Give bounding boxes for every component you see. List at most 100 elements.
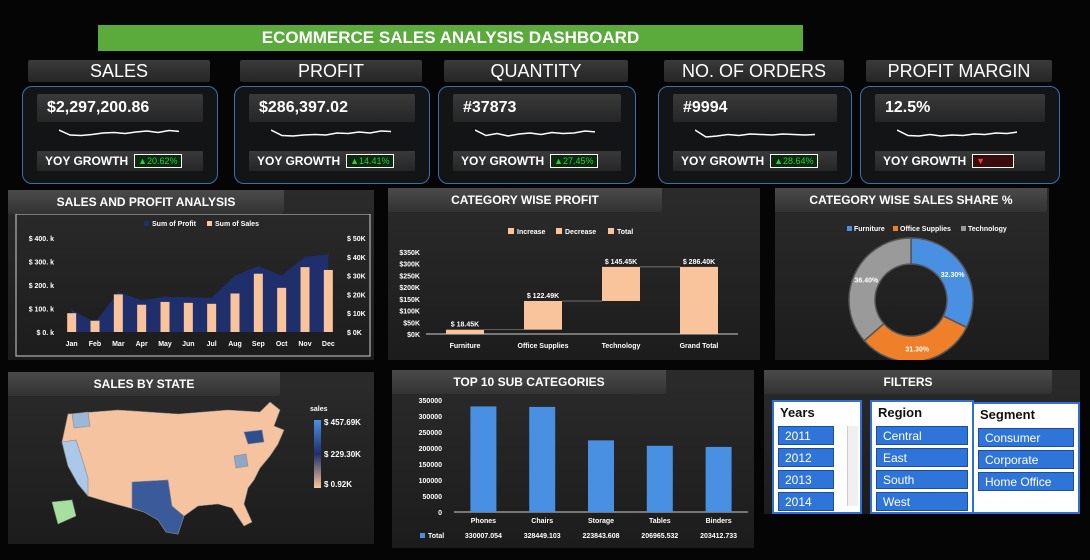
- yoy-growth: YOY GROWTH ▲28.64%: [673, 151, 837, 171]
- sales-bar: [300, 267, 310, 332]
- map-legend-min: $ 0.92K: [324, 480, 353, 489]
- y-left-tick: $ 0. k: [36, 330, 54, 337]
- kpi-value: #37873: [453, 94, 621, 122]
- y-left-tick: $ 300. k: [29, 260, 54, 267]
- waterfall-bar: [524, 300, 562, 330]
- category-profit-panel: CATEGORY WISE PROFIT Increase Decrease Tot…: [388, 188, 760, 360]
- legend-swatch: [847, 226, 852, 231]
- y-tick: 200000: [419, 446, 442, 453]
- sales-bar: [277, 287, 287, 332]
- sales-bar: [183, 302, 193, 332]
- profit-point: [304, 256, 306, 258]
- top10-chart: 0 50000 100000 150000 200000 250000 300000 3500…: [419, 398, 748, 540]
- sales-bar: [253, 273, 263, 332]
- yoy-growth: YOY GROWTH ▲20.62%: [37, 151, 203, 171]
- yoy-label: YOY GROWTH: [461, 154, 545, 168]
- x-tick-label: Grand Total: [680, 343, 719, 350]
- legend-swatch-sales: [207, 221, 212, 226]
- y-tick: $350K: [399, 250, 420, 257]
- y-tick: 50000: [423, 494, 443, 501]
- x-tick-label: Furniture: [450, 343, 481, 350]
- x-tick-label: Office Supplies: [518, 343, 569, 350]
- legend-label: Increase: [517, 229, 546, 236]
- x-tick-label: Nov: [298, 341, 311, 348]
- x-tick-label: Aug: [228, 341, 242, 348]
- x-tick-label: Oct: [276, 341, 288, 348]
- y-tick: 100000: [419, 478, 442, 485]
- sales-bar: [67, 313, 77, 332]
- slicer-item-segment[interactable]: Home Office: [978, 472, 1074, 491]
- legend-label: Total: [428, 533, 444, 540]
- y-tick: $150K: [399, 297, 420, 304]
- x-tick-label: Feb: [89, 341, 101, 348]
- yoy-badge: ▲14.41%: [346, 154, 394, 168]
- x-tick-label: Mar: [112, 341, 125, 348]
- ohio-state: [233, 453, 249, 469]
- y-tick: $100K: [399, 309, 420, 316]
- sparkline-line: [271, 129, 391, 137]
- legend-label: Office Supplies: [900, 226, 951, 233]
- sparkline-line: [59, 129, 179, 137]
- x-tick-label: Phones: [471, 518, 496, 525]
- slice-label: 32.30%: [941, 272, 966, 279]
- slicer-item-segment[interactable]: Consumer: [978, 428, 1074, 447]
- y-tick: $50K: [403, 320, 420, 327]
- profit-point: [210, 297, 213, 299]
- x-tick-label: Storage: [588, 518, 614, 525]
- washington-state: [71, 411, 91, 429]
- legend-swatch: [608, 228, 614, 234]
- slicer-item-region[interactable]: Central: [876, 426, 968, 445]
- legend-swatch: [961, 226, 966, 231]
- x-tick-label: Sep: [252, 341, 265, 348]
- kpi-card: 12.5% YOY GROWTH ▼: [860, 86, 1060, 184]
- panel-title: CATEGORY WISE SALES SHARE %: [775, 188, 1047, 212]
- slicer-item-region[interactable]: South: [876, 470, 968, 489]
- slicer-item-region[interactable]: East: [876, 448, 968, 467]
- y-tick: $0K: [407, 332, 420, 339]
- kpi-label: NO. OF ORDERS: [664, 60, 844, 82]
- slicer-item-year[interactable]: 2014: [778, 492, 834, 511]
- profit-point: [234, 274, 236, 277]
- segment-slicer: Segment Consumer Corporate Home Office: [972, 402, 1080, 514]
- x-tick-label: Apr: [136, 341, 148, 348]
- y-tick: $300K: [399, 262, 420, 269]
- slice-label: 36.40%: [855, 278, 880, 285]
- kpi-label: SALES: [28, 60, 210, 82]
- legend-profit: Sum of Profit: [152, 221, 197, 228]
- sales-profit-panel: SALES AND PROFIT ANALYSIS Sum of Profit S…: [8, 190, 374, 360]
- slicer-item-year[interactable]: 2013: [778, 470, 834, 489]
- sales-bar: [90, 320, 100, 332]
- sparkline-line: [475, 129, 595, 137]
- slicer-item-year[interactable]: 2012: [778, 448, 834, 467]
- legend-swatch: [420, 533, 425, 538]
- legend-label: Furniture: [854, 226, 885, 233]
- kpi-card: $286,397.02 YOY GROWTH ▲14.41%: [234, 86, 430, 184]
- legend-sales: Sum of Sales: [215, 221, 259, 228]
- profit-point: [187, 296, 190, 299]
- yoy-badge: ▼: [972, 154, 1015, 168]
- y-tick: 350000: [419, 398, 442, 405]
- slicer-item-segment[interactable]: Corporate: [978, 450, 1074, 469]
- x-tick-label: Tables: [649, 518, 671, 525]
- scrollbar[interactable]: [847, 426, 858, 506]
- slicer-header: Segment: [980, 407, 1035, 422]
- kpi-label: PROFIT: [240, 60, 422, 82]
- usa-map: [51, 401, 285, 535]
- slicer-item-year[interactable]: 2011: [778, 426, 834, 445]
- slicer-item-region[interactable]: West: [876, 492, 968, 511]
- top10-panel: TOP 10 SUB CATEGORIES 0 50000 100000 150000…: [392, 370, 754, 548]
- legend-swatch: [556, 228, 562, 234]
- sparkline-line: [695, 129, 815, 138]
- subcategory-bar: [705, 446, 732, 512]
- kpi-card: #37873 YOY GROWTH ▲27.45%: [438, 86, 636, 184]
- legend-label: Technology: [968, 226, 1007, 233]
- subcategory-bar: [646, 445, 673, 512]
- yoy-badge: ▲27.45%: [550, 154, 598, 168]
- y-left-tick: $ 200. k: [29, 283, 54, 290]
- sparkline: [475, 129, 595, 137]
- panel-title: SALES AND PROFIT ANALYSIS: [8, 190, 284, 214]
- map-legend-gradient: [314, 420, 321, 488]
- panel-title: SALES BY STATE: [8, 372, 280, 396]
- y-tick: $250K: [399, 273, 420, 280]
- value-label: 328449.103: [524, 533, 561, 540]
